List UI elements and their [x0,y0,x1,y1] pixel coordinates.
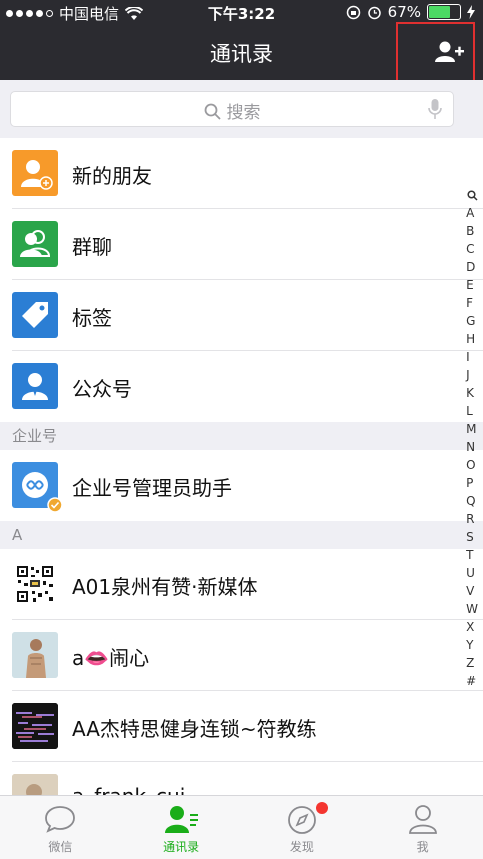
tab-contacts-label: 通讯录 [163,840,200,854]
battery-percent: 67% [387,3,421,21]
contact-list: 新的朋友 群聊 标签 公众号 企业号 企业号管理员助手 A A01泉州有赞·新媒… [0,138,483,833]
contacts-icon [165,806,199,833]
chat-icon [45,806,76,833]
index-letter[interactable]: Y [466,636,478,654]
compass-icon [287,806,316,834]
new-friends-label: 新的朋友 [72,164,152,188]
contacts-screen: 中国电信 下午3:22 67% 通讯录 搜索 新的朋友 群聊 标签 公众号 企业… [0,0,483,859]
index-letter[interactable]: N [466,438,478,456]
contact-name: a👄闹心 [72,646,150,670]
contact-avatar [12,703,58,749]
tab-discover[interactable]: 发现 [242,796,363,859]
index-letter[interactable]: Q [466,492,478,510]
new-friends-item[interactable]: 新的朋友 [0,138,483,209]
tag-icon [12,292,58,338]
profile-icon [408,805,437,834]
tab-chats-label: 微信 [48,840,73,854]
index-letter[interactable]: J [466,366,478,384]
index-letter[interactable]: M [466,420,478,438]
tags-label: 标签 [72,306,112,330]
enterprise-assistant-avatar [12,462,63,513]
index-letter[interactable]: P [466,474,478,492]
index-letter[interactable]: W [466,600,478,618]
qr-code-avatar [12,561,58,607]
index-letter[interactable]: B [466,222,478,240]
microphone-icon[interactable] [427,98,443,120]
index-letter[interactable]: A [466,204,478,222]
tab-me[interactable]: 我 [362,796,483,859]
index-letter[interactable]: S [466,528,478,546]
tab-chats[interactable]: 微信 [0,796,121,859]
contact-item[interactable]: 企业号管理员助手 [0,450,483,521]
search-area: 搜索 [0,80,483,138]
status-bar: 中国电信 下午3:22 67% [0,0,483,24]
contact-name: A01泉州有赞·新媒体 [72,575,258,599]
new-friend-icon [12,150,58,196]
tags-item[interactable]: 标签 [0,280,483,351]
tab-me-label: 我 [416,840,429,854]
index-letter[interactable]: C [466,240,478,258]
group-chat-icon [12,221,58,267]
alarm-icon [367,6,381,19]
rotation-lock-icon [346,5,360,19]
section-header-enterprise: 企业号 [0,422,483,450]
index-letter[interactable]: O [466,456,478,474]
official-accounts-label: 公众号 [72,377,132,401]
charging-icon [467,5,475,19]
contact-name: AA杰特思健身连锁~符教练 [72,717,317,741]
index-letter[interactable]: T [466,546,478,564]
index-letter[interactable]: G [466,312,478,330]
index-letter[interactable]: H [466,330,478,348]
search-icon [204,103,221,120]
tab-bar: 微信 通讯录 发现 我 [0,795,483,859]
search-input[interactable]: 搜索 [10,91,454,127]
search-placeholder: 搜索 [226,103,261,123]
battery-icon [427,4,461,20]
group-chats-label: 群聊 [72,235,112,259]
official-accounts-item[interactable]: 公众号 [0,351,483,422]
index-letter[interactable]: U [466,564,478,582]
index-letter[interactable]: I [466,348,478,366]
contact-name: 企业号管理员助手 [72,476,232,500]
official-account-icon [12,363,58,409]
index-letter[interactable]: E [466,276,478,294]
section-header-a: A [0,521,483,549]
contact-avatar [12,632,58,678]
index-search-icon[interactable] [466,190,478,201]
notification-badge [316,802,329,814]
index-letter[interactable]: L [466,402,478,420]
contact-item[interactable]: a👄闹心 [0,620,483,691]
tab-discover-label: 发现 [289,840,314,854]
index-letter[interactable]: X [466,618,478,636]
tab-contacts[interactable]: 通讯录 [121,796,242,859]
index-letter[interactable]: Z [466,654,478,672]
contact-item[interactable]: AA杰特思健身连锁~符教练 [0,691,483,762]
index-letter[interactable]: D [466,258,478,276]
alphabet-index[interactable]: A B C D E F G H I J K L M N O P Q R S T U V W X Y Z # [465,190,479,690]
index-letter[interactable]: F [466,294,478,312]
contact-item[interactable]: A01泉州有赞·新媒体 [0,549,483,620]
group-chats-item[interactable]: 群聊 [0,209,483,280]
index-letter[interactable]: V [466,582,478,600]
index-letter[interactable]: K [466,384,478,402]
index-letter[interactable]: R [466,510,478,528]
index-letter[interactable]: # [466,672,478,690]
verified-badge-icon [47,497,63,513]
